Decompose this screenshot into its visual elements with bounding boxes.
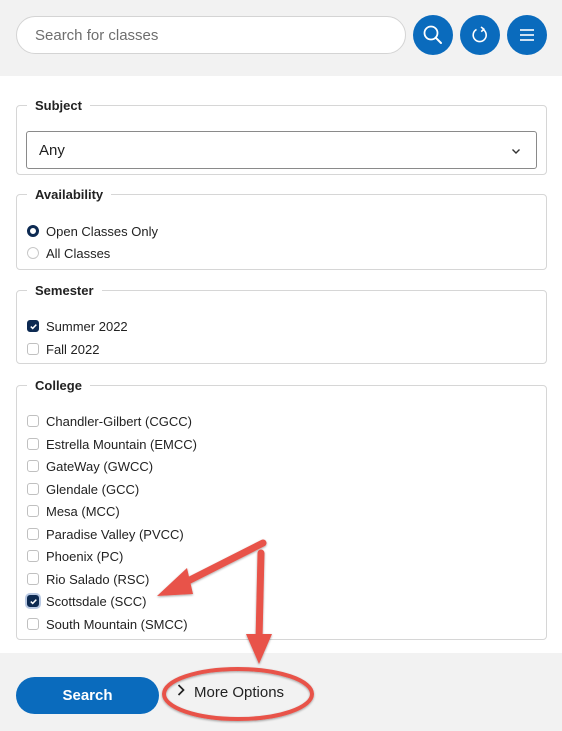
option-label: Paradise Valley (PVCC)	[46, 526, 184, 542]
subject-select[interactable]: Any	[26, 131, 537, 169]
college-option[interactable]: Glendale (GCC)	[27, 480, 139, 498]
subject-fieldset: Subject Any	[16, 98, 547, 175]
checkbox[interactable]	[27, 460, 39, 472]
college-option[interactable]: Paradise Valley (PVCC)	[27, 525, 184, 543]
checkbox[interactable]	[27, 505, 39, 517]
availability-option-open[interactable]: Open Classes Only	[27, 222, 158, 240]
college-option[interactable]: South Mountain (SMCC)	[27, 615, 188, 633]
top-search-bar	[0, 0, 562, 76]
option-label: Mesa (MCC)	[46, 503, 120, 519]
action-bar: Search More Options	[0, 653, 562, 731]
checkbox[interactable]	[27, 595, 39, 607]
option-label: Phoenix (PC)	[46, 548, 124, 564]
checkmark-icon	[29, 323, 37, 329]
availability-option-all[interactable]: All Classes	[27, 244, 110, 262]
more-options-label: More Options	[194, 683, 285, 701]
college-option[interactable]: Rio Salado (RSC)	[27, 570, 149, 588]
more-options-toggle[interactable]: More Options	[176, 683, 284, 701]
checkbox[interactable]	[27, 438, 39, 450]
college-legend: College	[35, 378, 82, 393]
filter-panel: Subject Any Availability Open Classes On…	[0, 76, 562, 653]
checkbox[interactable]	[27, 528, 39, 540]
college-option[interactable]: Chandler-Gilbert (CGCC)	[27, 412, 192, 430]
chevron-right-icon	[176, 683, 186, 701]
semester-legend: Semester	[35, 283, 94, 298]
availability-fieldset: Availability Open Classes Only All Class…	[16, 187, 547, 270]
refresh-icon	[470, 25, 490, 45]
subject-selected-value: Any	[39, 141, 65, 159]
menu-button[interactable]	[507, 15, 547, 55]
hamburger-menu-icon	[518, 27, 536, 43]
option-label: South Mountain (SMCC)	[46, 616, 188, 632]
chevron-down-icon	[510, 144, 522, 161]
college-option[interactable]: Scottsdale (SCC)	[27, 592, 146, 610]
checkbox[interactable]	[27, 483, 39, 495]
option-label: Summer 2022	[46, 318, 128, 334]
option-label: Scottsdale (SCC)	[46, 593, 147, 609]
semester-fieldset: Semester Summer 2022 Fall 2022	[16, 283, 547, 364]
checkbox[interactable]	[27, 618, 39, 630]
checkbox[interactable]	[27, 343, 39, 355]
college-option[interactable]: Estrella Mountain (EMCC)	[27, 435, 197, 453]
option-label: Estrella Mountain (EMCC)	[46, 436, 197, 452]
checkbox[interactable]	[27, 573, 39, 585]
college-option[interactable]: Mesa (MCC)	[27, 502, 120, 520]
option-label: Rio Salado (RSC)	[46, 571, 150, 587]
option-label: Glendale (GCC)	[46, 481, 140, 497]
option-label: GateWay (GWCC)	[46, 458, 154, 474]
search-icon	[422, 24, 444, 46]
option-label: All Classes	[46, 245, 111, 261]
option-label: Open Classes Only	[46, 223, 158, 239]
checkbox[interactable]	[27, 415, 39, 427]
reset-button[interactable]	[460, 15, 500, 55]
radio-button[interactable]	[27, 247, 39, 259]
radio-button[interactable]	[27, 225, 39, 237]
option-label: Chandler-Gilbert (CGCC)	[46, 413, 192, 429]
class-search-input[interactable]	[16, 16, 406, 54]
college-option[interactable]: Phoenix (PC)	[27, 547, 123, 565]
checkbox[interactable]	[27, 550, 39, 562]
search-submit-button[interactable]: Search	[16, 677, 159, 714]
college-option[interactable]: GateWay (GWCC)	[27, 457, 153, 475]
search-button[interactable]	[413, 15, 453, 55]
availability-legend: Availability	[35, 187, 104, 202]
checkmark-icon	[29, 598, 37, 604]
semester-option[interactable]: Fall 2022	[27, 340, 99, 358]
subject-legend: Subject	[35, 98, 82, 113]
option-label: Fall 2022	[46, 341, 100, 357]
checkbox[interactable]	[27, 320, 39, 332]
college-fieldset: College Chandler-Gilbert (CGCC) Estrella…	[16, 378, 547, 640]
semester-option[interactable]: Summer 2022	[27, 317, 128, 335]
